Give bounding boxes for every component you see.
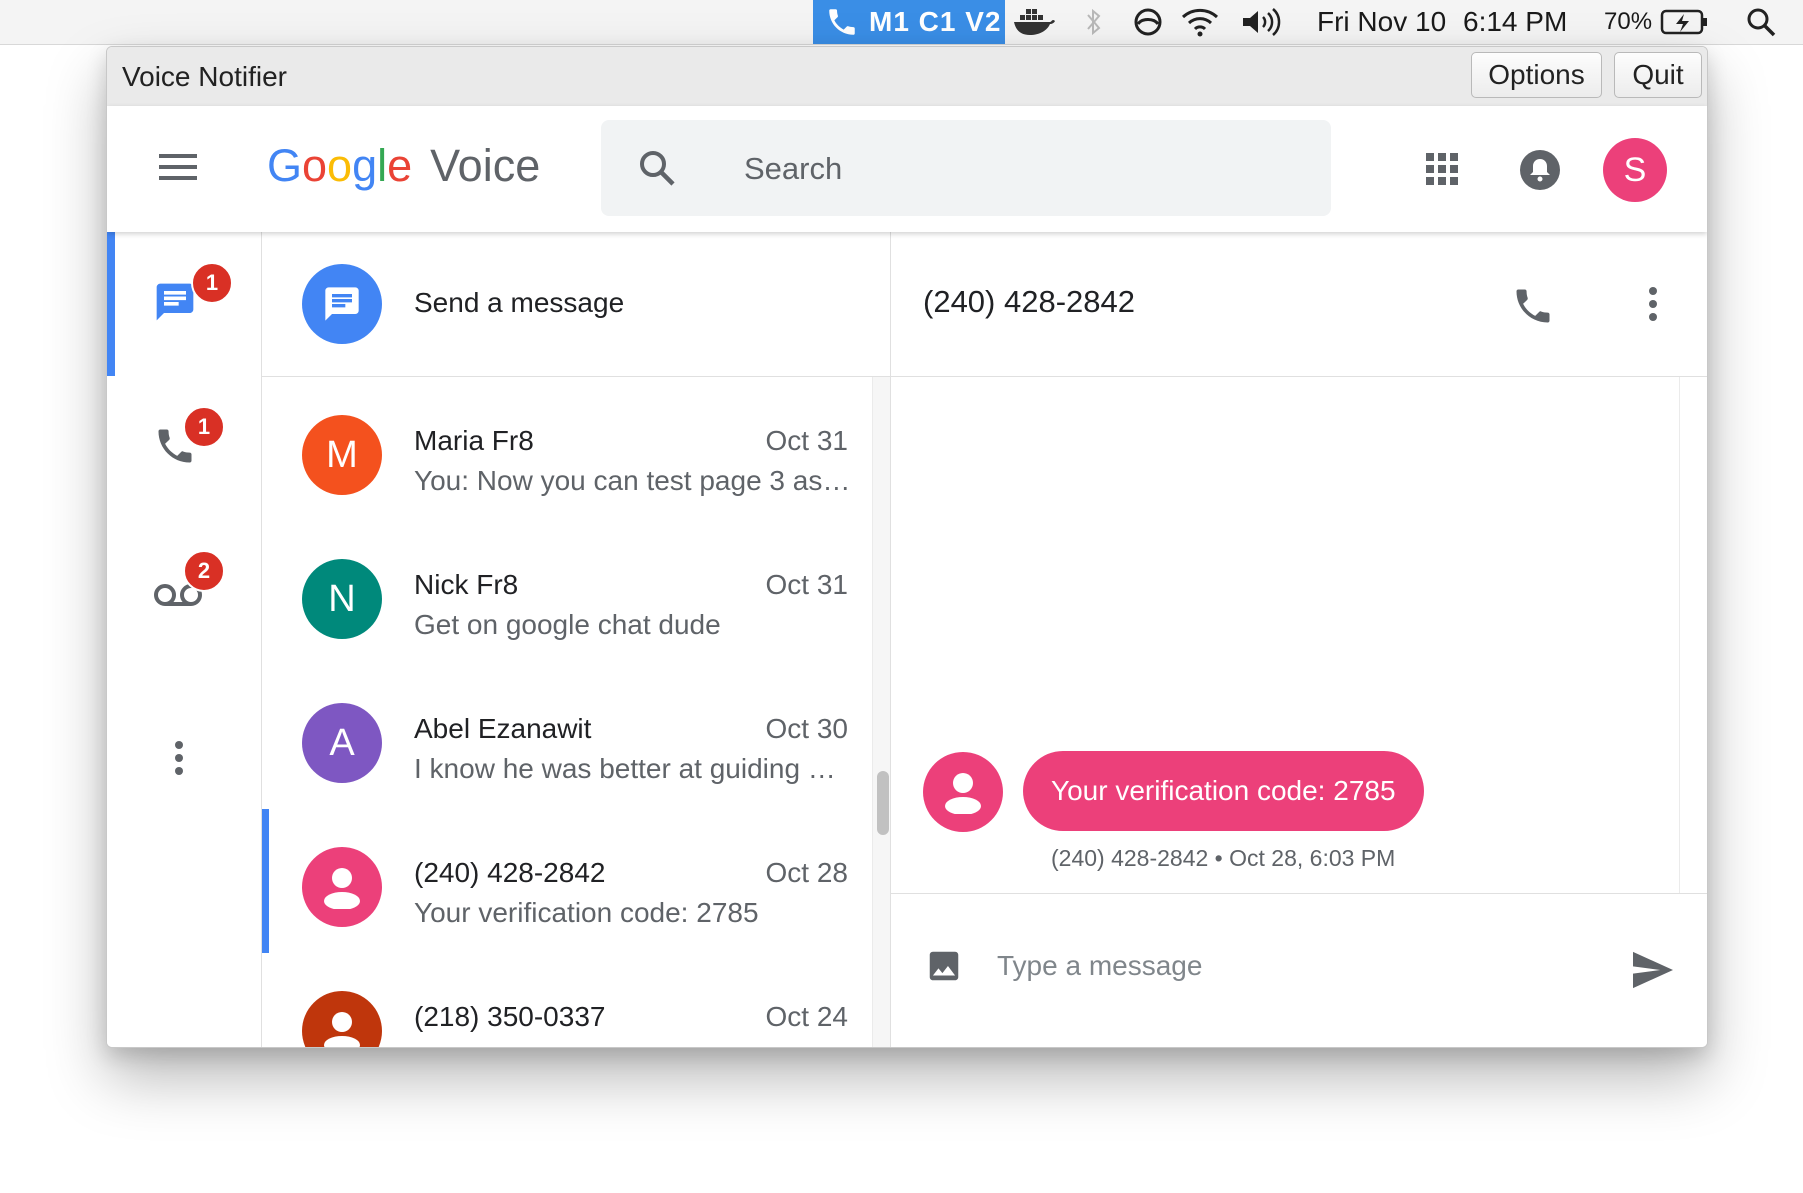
conversation-list-scrollbar[interactable]: [872, 377, 890, 1047]
battery-icon[interactable]: [1660, 0, 1710, 44]
contact-avatar: N: [302, 559, 382, 639]
message-bubble[interactable]: Your verification code: 2785: [1023, 751, 1424, 831]
contact-name: (218) 350-0337: [414, 1001, 606, 1032]
calls-badge: 1: [183, 406, 225, 448]
conversation-date: Oct 31: [765, 569, 848, 600]
contact-avatar: M: [302, 415, 382, 495]
battery-percent[interactable]: 70%: [1604, 0, 1652, 44]
send-message-label: Send a message: [414, 287, 625, 318]
account-avatar[interactable]: S: [1603, 138, 1667, 202]
conversation-item[interactable]: (218) 350-0337 Oct 24: [262, 953, 872, 1047]
send-icon[interactable]: [1631, 950, 1675, 990]
wifi-icon[interactable]: [1180, 0, 1220, 44]
menubar-time[interactable]: 6:14 PM: [1463, 0, 1567, 44]
phone-icon: [825, 5, 859, 39]
conversation-item[interactable]: A Abel Ezanawit Oct 30 I know he was bet…: [262, 665, 872, 809]
contact-name: Maria Fr8: [414, 425, 534, 456]
sync-icon[interactable]: [1132, 0, 1164, 44]
person-icon: [302, 847, 382, 927]
bluetooth-icon[interactable]: [1084, 0, 1104, 44]
conversation-date: Oct 28: [765, 857, 848, 888]
window-title: Voice Notifier: [122, 61, 287, 92]
main-menu-icon[interactable]: [159, 151, 199, 183]
conversation-date: Oct 30: [765, 713, 848, 744]
logo-letter: o: [302, 140, 328, 191]
scrollbar-thumb[interactable]: [877, 771, 889, 835]
nav-item-calls[interactable]: 1: [107, 376, 261, 520]
nav-item-voicemail[interactable]: 2: [107, 520, 261, 664]
notifications-bell-icon[interactable]: [1519, 149, 1561, 191]
logo-letter: l: [377, 140, 388, 191]
voice-notifier-window: Voice Notifier Options Quit Google Voice: [106, 46, 1708, 1048]
thread-messages: Your verification code: 2785 (240) 428-2…: [891, 377, 1679, 893]
insert-image-icon[interactable]: [925, 947, 963, 985]
person-icon: [302, 991, 382, 1047]
logo-letter: e: [387, 140, 413, 191]
logo-letter: G: [267, 140, 303, 191]
conversation-scroll-area: M Maria Fr8 Oct 31 You: Now you can test…: [262, 377, 890, 1047]
conversation-item-selected[interactable]: (240) 428-2842 Oct 28 Your verification …: [262, 809, 872, 953]
more-vert-icon[interactable]: [1647, 286, 1659, 322]
menubar-app-label: M1 C1 V2: [869, 6, 1002, 37]
docker-icon[interactable]: [1012, 0, 1056, 44]
nav-item-messages[interactable]: 1: [107, 232, 261, 376]
message-meta: (240) 428-2842 • Oct 28, 6:03 PM: [1051, 845, 1396, 871]
message-input[interactable]: [995, 942, 1599, 990]
contact-name: (240) 428-2842: [414, 857, 606, 888]
more-vert-icon[interactable]: [173, 740, 185, 776]
conversation-item[interactable]: N Nick Fr8 Oct 31 Get on google chat dud…: [262, 521, 872, 665]
menu-bar: M1 C1 V2 Fri Nov 10 6:14 PM 70%: [0, 0, 1803, 45]
compose-message-icon: [302, 264, 382, 344]
menubar-date[interactable]: Fri Nov 10: [1317, 0, 1446, 44]
call-phone-icon[interactable]: [1511, 284, 1555, 328]
compose-bar: [891, 893, 1707, 1047]
conversation-item[interactable]: M Maria Fr8 Oct 31 You: Now you can test…: [262, 377, 872, 521]
thread-scrollbar[interactable]: [1679, 377, 1707, 893]
spotlight-icon[interactable]: [1745, 0, 1777, 44]
contact-name: Nick Fr8: [414, 569, 519, 600]
apps-grid-icon[interactable]: [1424, 151, 1460, 187]
conversation-snippet: I know he was better at guiding m…: [414, 753, 854, 784]
volume-icon[interactable]: [1240, 0, 1286, 44]
contact-avatar: A: [302, 703, 382, 783]
conversation-date: Oct 31: [765, 425, 848, 456]
conversation-snippet: You: Now you can test page 3 as …: [414, 465, 854, 496]
quit-button[interactable]: Quit: [1614, 52, 1702, 98]
conversation-snippet: Your verification code: 2785: [414, 897, 759, 928]
logo-letter: g: [352, 140, 378, 191]
person-icon: [923, 752, 1003, 832]
thread-header: (240) 428-2842: [891, 232, 1707, 377]
logo-letter: o: [327, 140, 353, 191]
conversation-snippet: Get on google chat dude: [414, 609, 721, 640]
left-nav: 1 1 2: [107, 232, 262, 1047]
thread-title: (240) 428-2842: [923, 284, 1135, 319]
options-button[interactable]: Options: [1471, 52, 1602, 98]
search-icon[interactable]: [637, 148, 677, 188]
conversation-list: Send a message M Maria Fr8 Oct 31 You: N…: [262, 232, 891, 1047]
logo-voice-text: Voice: [430, 140, 541, 191]
window-titlebar: Voice Notifier Options Quit: [107, 47, 1707, 107]
contact-name: Abel Ezanawit: [414, 713, 592, 744]
search-input[interactable]: [742, 142, 1306, 196]
menubar-app-item[interactable]: M1 C1 V2: [813, 0, 1005, 44]
conversation-date: Oct 24: [765, 1001, 848, 1032]
messages-badge: 1: [191, 262, 233, 304]
voicemail-badge: 2: [183, 550, 225, 592]
search-box[interactable]: [601, 120, 1331, 216]
send-message-button[interactable]: Send a message: [262, 232, 890, 377]
message-thread: (240) 428-2842 Your verification code: 2…: [891, 232, 1707, 1047]
app-header: Google Voice S: [107, 106, 1707, 232]
google-voice-logo[interactable]: Google Voice: [267, 140, 540, 192]
